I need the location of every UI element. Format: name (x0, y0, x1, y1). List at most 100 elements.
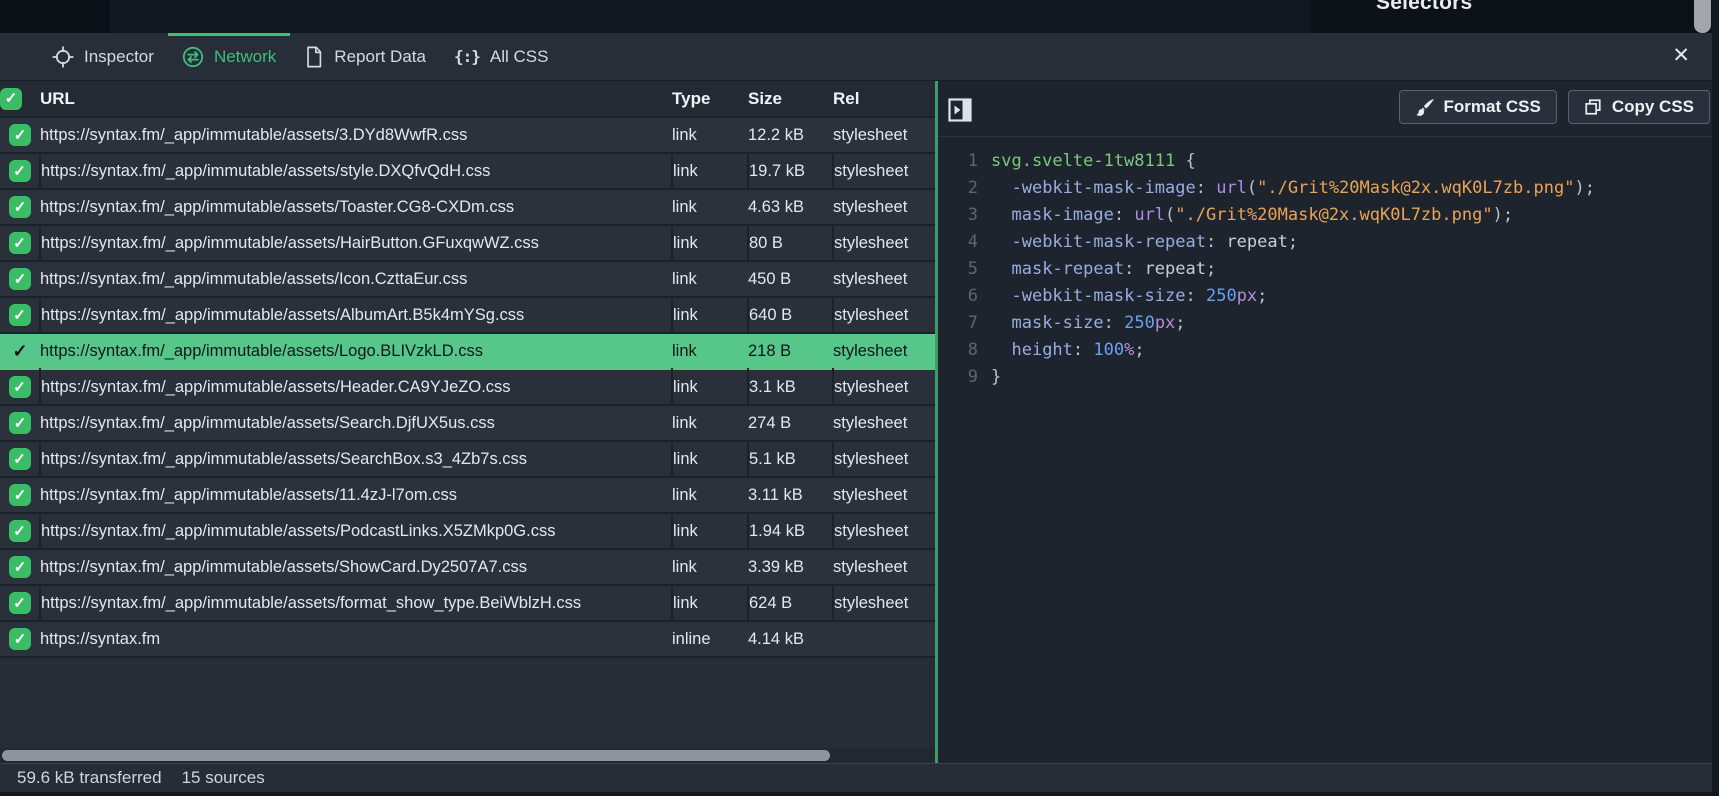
tab-network[interactable]: Network (168, 33, 290, 80)
row-checkbox[interactable]: ✓ (9, 196, 31, 218)
format-css-button[interactable]: Format CSS (1399, 90, 1557, 124)
line-number: 1 (938, 148, 978, 175)
line-content: mask-size: 250px; (978, 310, 1186, 337)
cell-rel: stylesheet (833, 297, 935, 333)
line-number: 2 (938, 175, 978, 202)
table-row[interactable]: ✓https://syntax.fm/_app/immutable/assets… (0, 261, 935, 297)
line-content: mask-image: url("./Grit%20Mask@2x.wqK0L7… (978, 202, 1513, 229)
network-table: ✓ URL Type Size Rel ✓ https://syntax.fm/_… (0, 81, 935, 658)
cell-rel: stylesheet (833, 117, 935, 153)
window-right-edge (1712, 0, 1719, 796)
cell-url: https://syntax.fm/_app/immutable/assets/… (40, 189, 672, 225)
column-header-url[interactable]: URL (40, 81, 672, 117)
cell-rel: stylesheet (833, 585, 935, 621)
row-checkbox[interactable]: ✓ (9, 268, 31, 290)
row-checkbox[interactable]: ✓ (9, 376, 31, 398)
collapse-panel-icon[interactable] (948, 98, 972, 122)
cell-rel: stylesheet (833, 441, 935, 477)
cell-type: link (672, 441, 748, 477)
table-row[interactable]: ✓ https://syntax.fm/_app/immutable/assets… (0, 153, 935, 189)
inspector-icon (52, 46, 74, 68)
row-checkbox[interactable]: ✓ (9, 520, 31, 542)
line-content: -webkit-mask-size: 250px; (978, 283, 1267, 310)
tab-all-css[interactable]: {:}All CSS (440, 33, 562, 80)
table-row[interactable]: ✓ https://syntax.fm/_app/immutable/assets… (0, 297, 935, 333)
column-header-rel[interactable]: Rel (833, 81, 935, 117)
cell-rel: stylesheet (833, 333, 935, 369)
row-checkbox[interactable]: ✓ (9, 484, 31, 506)
table-row[interactable]: ✓https://syntax.fm/_app/immutable/assets… (0, 549, 935, 585)
line-number: 5 (938, 256, 978, 283)
copy-icon (1584, 98, 1602, 116)
cell-url: https://syntax.fm/_app/immutable/assets/… (40, 297, 672, 333)
table-row[interactable]: ✓https://syntax.fm/_app/immutable/assets… (0, 369, 935, 405)
cell-size: 218 B (748, 333, 833, 369)
tab-inspector[interactable]: Inspector (38, 33, 168, 80)
cell-size: 3.11 kB (748, 477, 833, 513)
code-line: 6 -webkit-mask-size: 250px; (938, 283, 1712, 310)
cell-size: 4.14 kB (748, 621, 833, 657)
line-number: 3 (938, 202, 978, 229)
table-row[interactable]: ✓https://syntax.fm/_app/immutable/assets… (0, 477, 935, 513)
code-line: 8 height: 100%; (938, 337, 1712, 364)
cell-url: https://syntax.fm/_app/immutable/assets/… (40, 441, 672, 477)
row-checkbox[interactable]: ✓ (9, 412, 31, 434)
tabbar-tabs: InspectorNetworkReport Data{:}All CSS (38, 33, 562, 80)
cell-rel: stylesheet (833, 513, 935, 549)
cell-rel: stylesheet (833, 369, 935, 405)
sources-count: 15 sources (182, 768, 265, 788)
select-all-checkbox[interactable]: ✓ (0, 88, 22, 110)
header-checkbox-cell[interactable]: ✓ (0, 81, 40, 117)
row-checkbox[interactable]: ✓ (9, 340, 31, 362)
row-checkbox[interactable]: ✓ (9, 232, 31, 254)
cell-size: 3.39 kB (748, 549, 833, 585)
column-header-size[interactable]: Size (748, 81, 833, 117)
cell-size: 3.1 kB (748, 369, 833, 405)
table-row[interactable]: ✓https://syntax.fm/_app/immutable/assets… (0, 225, 935, 261)
column-header-type[interactable]: Type (672, 81, 748, 117)
row-checkbox[interactable]: ✓ (9, 160, 31, 182)
table-row[interactable]: ✓https://syntax.fm/_app/immutable/assets… (0, 117, 935, 153)
horizontal-scrollbar-thumb[interactable] (2, 750, 830, 761)
row-checkbox[interactable]: ✓ (9, 628, 31, 650)
code-line: 5 mask-repeat: repeat; (938, 256, 1712, 283)
cell-rel (833, 621, 935, 657)
page-scrollbar-thumb[interactable] (1694, 0, 1711, 33)
horizontal-scrollbar-track[interactable] (0, 748, 935, 763)
cell-type: link (672, 117, 748, 153)
row-checkbox[interactable]: ✓ (9, 304, 31, 326)
cell-rel: stylesheet (833, 549, 935, 585)
report-data-icon (304, 46, 324, 68)
css-code-block[interactable]: 1svg.svelte-1tw8111 {2 -webkit-mask-imag… (938, 148, 1712, 391)
line-content: height: 100%; (978, 337, 1145, 364)
row-checkbox[interactable]: ✓ (9, 124, 31, 146)
cell-url: https://syntax.fm/_app/immutable/assets/… (40, 333, 672, 369)
close-icon[interactable]: ✕ (1672, 45, 1690, 66)
cell-size: 450 B (748, 261, 833, 297)
table-row[interactable]: ✓ https://syntax.fm/_app/immutable/assets… (0, 333, 935, 369)
cell-url: https://syntax.fm/_app/immutable/assets/… (40, 153, 672, 189)
tab-report-data[interactable]: Report Data (290, 33, 440, 80)
cell-url: https://syntax.fm/_app/immutable/assets/… (40, 585, 672, 621)
row-checkbox[interactable]: ✓ (9, 448, 31, 470)
table-header-row: ✓ URL Type Size Rel (0, 81, 935, 117)
table-row[interactable]: ✓ https://syntax.fm/_app/immutable/assets… (0, 189, 935, 225)
css-viewer-actions: Format CSS Copy CSS (1399, 90, 1710, 124)
code-line: 7 mask-size: 250px; (938, 310, 1712, 337)
copy-css-label: Copy CSS (1612, 97, 1694, 117)
brush-icon (1415, 98, 1434, 117)
table-row[interactable]: ✓ https://syntax.fm/_app/immutable/assets… (0, 585, 935, 621)
row-checkbox[interactable]: ✓ (9, 556, 31, 578)
row-checkbox[interactable]: ✓ (9, 592, 31, 614)
cell-type: link (672, 153, 748, 189)
table-row[interactable]: ✓https://syntax.fm/_app/immutable/assets… (0, 405, 935, 441)
cell-rel: stylesheet (833, 477, 935, 513)
background-page-dark-segment (1310, 0, 1719, 33)
cell-size: 640 B (748, 297, 833, 333)
line-content: -webkit-mask-repeat: repeat; (978, 229, 1298, 256)
table-row[interactable]: ✓ https://syntax.fm/_app/immutable/assets… (0, 441, 935, 477)
table-row[interactable]: ✓https://syntax.fminline4.14 kB (0, 621, 935, 657)
copy-css-button[interactable]: Copy CSS (1568, 90, 1710, 124)
table-row[interactable]: ✓https://syntax.fm/_app/immutable/assets… (0, 513, 935, 549)
cell-rel: stylesheet (833, 153, 935, 189)
